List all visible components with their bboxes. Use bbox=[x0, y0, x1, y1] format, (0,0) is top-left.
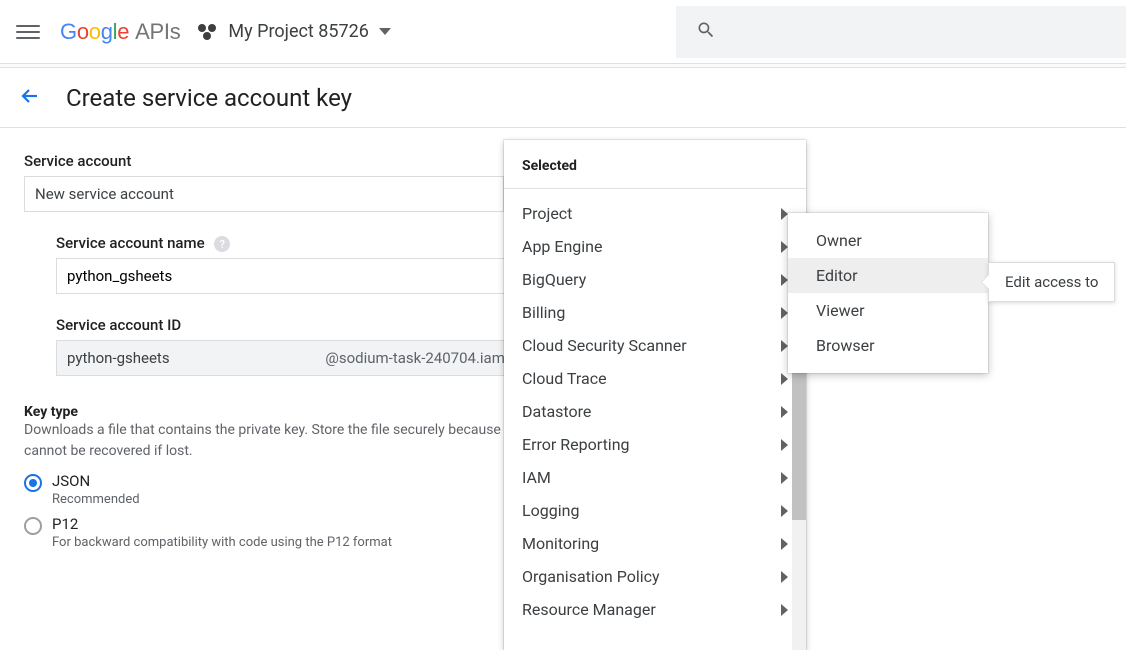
chevron-right-icon bbox=[781, 208, 788, 220]
chevron-right-icon bbox=[781, 571, 788, 583]
top-bar: Google APIs My Project 85726 bbox=[0, 0, 1126, 64]
role-submenu-item[interactable]: Owner bbox=[788, 223, 988, 258]
radio-json-title: JSON bbox=[52, 472, 140, 490]
role-category-item[interactable]: Monitoring bbox=[504, 527, 806, 560]
chevron-right-icon bbox=[781, 439, 788, 451]
role-category-item[interactable]: Billing bbox=[504, 296, 806, 329]
role-category-label: Logging bbox=[522, 501, 579, 520]
menu-icon[interactable] bbox=[16, 20, 40, 44]
role-category-item[interactable]: Error Reporting bbox=[504, 428, 806, 461]
role-category-label: Billing bbox=[522, 303, 565, 322]
id-suffix: @sodium-task-240704.iam.gs bbox=[325, 349, 525, 367]
back-arrow-icon[interactable] bbox=[18, 84, 42, 112]
role-tooltip: Edit access to bbox=[988, 262, 1115, 302]
role-category-item[interactable]: Project bbox=[504, 197, 806, 230]
role-submenu-item[interactable]: Editor bbox=[788, 258, 988, 293]
role-submenu-item[interactable]: Browser bbox=[788, 328, 988, 363]
service-account-name-input[interactable] bbox=[56, 258, 536, 294]
radio-json-control[interactable] bbox=[24, 474, 42, 492]
service-account-value: New service account bbox=[35, 185, 174, 203]
role-category-label: Error Reporting bbox=[522, 435, 630, 454]
chevron-down-icon bbox=[379, 28, 391, 35]
chevron-right-icon bbox=[781, 406, 788, 418]
role-category-label: BigQuery bbox=[522, 270, 586, 289]
role-category-label: App Engine bbox=[522, 237, 603, 256]
chevron-right-icon bbox=[781, 307, 788, 319]
chevron-right-icon bbox=[781, 604, 788, 616]
role-category-label: Datastore bbox=[522, 402, 591, 421]
radio-p12-sub: For backward compatibility with code usi… bbox=[52, 535, 392, 550]
role-category-item[interactable]: Organisation Policy bbox=[504, 560, 806, 593]
role-category-label: Resource Manager bbox=[522, 600, 656, 619]
role-category-item[interactable]: App Engine bbox=[504, 230, 806, 263]
role-category-menu[interactable]: Selected Project App Engine BigQuery Billin… bbox=[504, 140, 806, 650]
role-category-label: Project bbox=[522, 204, 572, 223]
role-category-label: Organisation Policy bbox=[522, 567, 660, 586]
project-name: My Project 85726 bbox=[228, 21, 368, 42]
service-account-id-field[interactable]: python-gsheets @sodium-task-240704.iam.g… bbox=[56, 340, 536, 376]
name-field[interactable] bbox=[67, 267, 525, 285]
radio-p12-title: P12 bbox=[52, 515, 392, 533]
chevron-right-icon bbox=[781, 373, 788, 385]
search-icon bbox=[696, 20, 716, 44]
role-submenu[interactable]: OwnerEditorViewerBrowser bbox=[788, 213, 988, 373]
role-category-item[interactable]: Datastore bbox=[504, 395, 806, 428]
search-input[interactable] bbox=[676, 6, 1126, 58]
chevron-right-icon bbox=[781, 538, 788, 550]
page-header: Create service account key bbox=[0, 68, 1126, 128]
radio-json-sub: Recommended bbox=[52, 492, 140, 507]
role-category-label: Cloud Trace bbox=[522, 369, 607, 388]
role-category-label: Cloud Security Scanner bbox=[522, 336, 687, 355]
google-apis-logo[interactable]: Google APIs bbox=[60, 19, 180, 45]
role-category-label: Monitoring bbox=[522, 534, 599, 553]
help-icon[interactable]: ? bbox=[214, 236, 230, 252]
chevron-right-icon bbox=[781, 274, 788, 286]
role-category-item[interactable]: IAM bbox=[504, 461, 806, 494]
chevron-right-icon bbox=[781, 505, 788, 517]
role-category-list: Project App Engine BigQuery Billing Cloud Se… bbox=[504, 189, 806, 634]
project-selector[interactable]: My Project 85726 bbox=[198, 21, 390, 42]
project-icon bbox=[198, 22, 218, 42]
key-type-help: Downloads a file that contains the priva… bbox=[24, 420, 584, 462]
role-category-item[interactable]: Cloud Security Scanner bbox=[504, 329, 806, 362]
chevron-right-icon bbox=[781, 340, 788, 352]
service-account-select[interactable]: New service account bbox=[24, 176, 504, 212]
role-category-item[interactable]: Cloud Trace bbox=[504, 362, 806, 395]
radio-p12-control[interactable] bbox=[24, 517, 42, 535]
chevron-right-icon bbox=[781, 472, 788, 484]
role-submenu-item[interactable]: Viewer bbox=[788, 293, 988, 328]
page-title: Create service account key bbox=[66, 84, 352, 112]
id-value: python-gsheets bbox=[67, 349, 170, 367]
role-category-item[interactable]: BigQuery bbox=[504, 263, 806, 296]
role-category-item[interactable]: Resource Manager bbox=[504, 593, 806, 626]
role-menu-header: Selected bbox=[504, 140, 806, 189]
chevron-right-icon bbox=[781, 241, 788, 253]
role-category-item[interactable]: Logging bbox=[504, 494, 806, 527]
role-category-label: IAM bbox=[522, 468, 551, 487]
apis-label: APIs bbox=[135, 19, 180, 45]
